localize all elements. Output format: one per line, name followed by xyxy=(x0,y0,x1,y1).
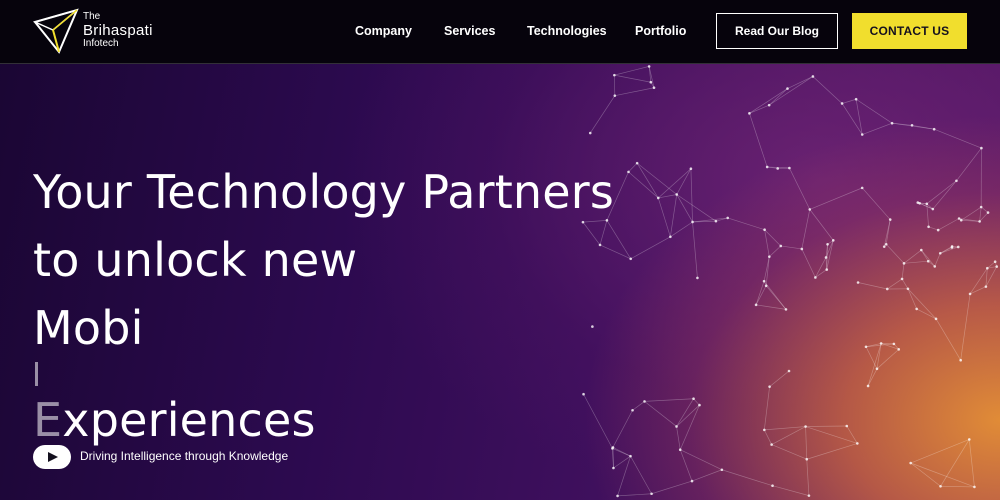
nav-company[interactable]: Company xyxy=(355,24,412,38)
nav-services[interactable]: Services xyxy=(444,24,495,38)
play-icon xyxy=(48,452,58,462)
headline-typed-word: Mobi xyxy=(33,301,144,355)
brand-name: Brihaspati xyxy=(83,22,153,39)
nav-portfolio[interactable]: Portfolio xyxy=(635,24,686,38)
headline-rest-word: xperiences xyxy=(62,393,316,447)
headline-ghost-letter: E xyxy=(33,393,63,447)
read-blog-button[interactable]: Read Our Blog xyxy=(716,13,838,49)
nav-technologies[interactable]: Technologies xyxy=(527,24,607,38)
hero-headline: Your Technology Partners to unlock new M… xyxy=(33,158,614,454)
triangle-logo-icon xyxy=(33,8,79,54)
play-video-button[interactable] xyxy=(33,445,71,469)
hero-tagline: Driving Intelligence through Knowledge xyxy=(80,449,289,463)
brand-logo[interactable]: The Brihaspati Infotech xyxy=(33,8,163,58)
contact-us-button[interactable]: CONTACT US xyxy=(852,13,967,49)
brand-line-the: The xyxy=(83,11,101,22)
headline-line-1: Your Technology Partners xyxy=(33,165,615,219)
headline-line-2: to unlock new xyxy=(33,233,358,287)
brand-subname: Infotech xyxy=(83,38,119,49)
headline-line-3: Mobi Experiences xyxy=(33,294,614,454)
typing-cursor xyxy=(35,362,38,386)
site-header: The Brihaspati Infotech Company Services… xyxy=(0,0,1000,64)
